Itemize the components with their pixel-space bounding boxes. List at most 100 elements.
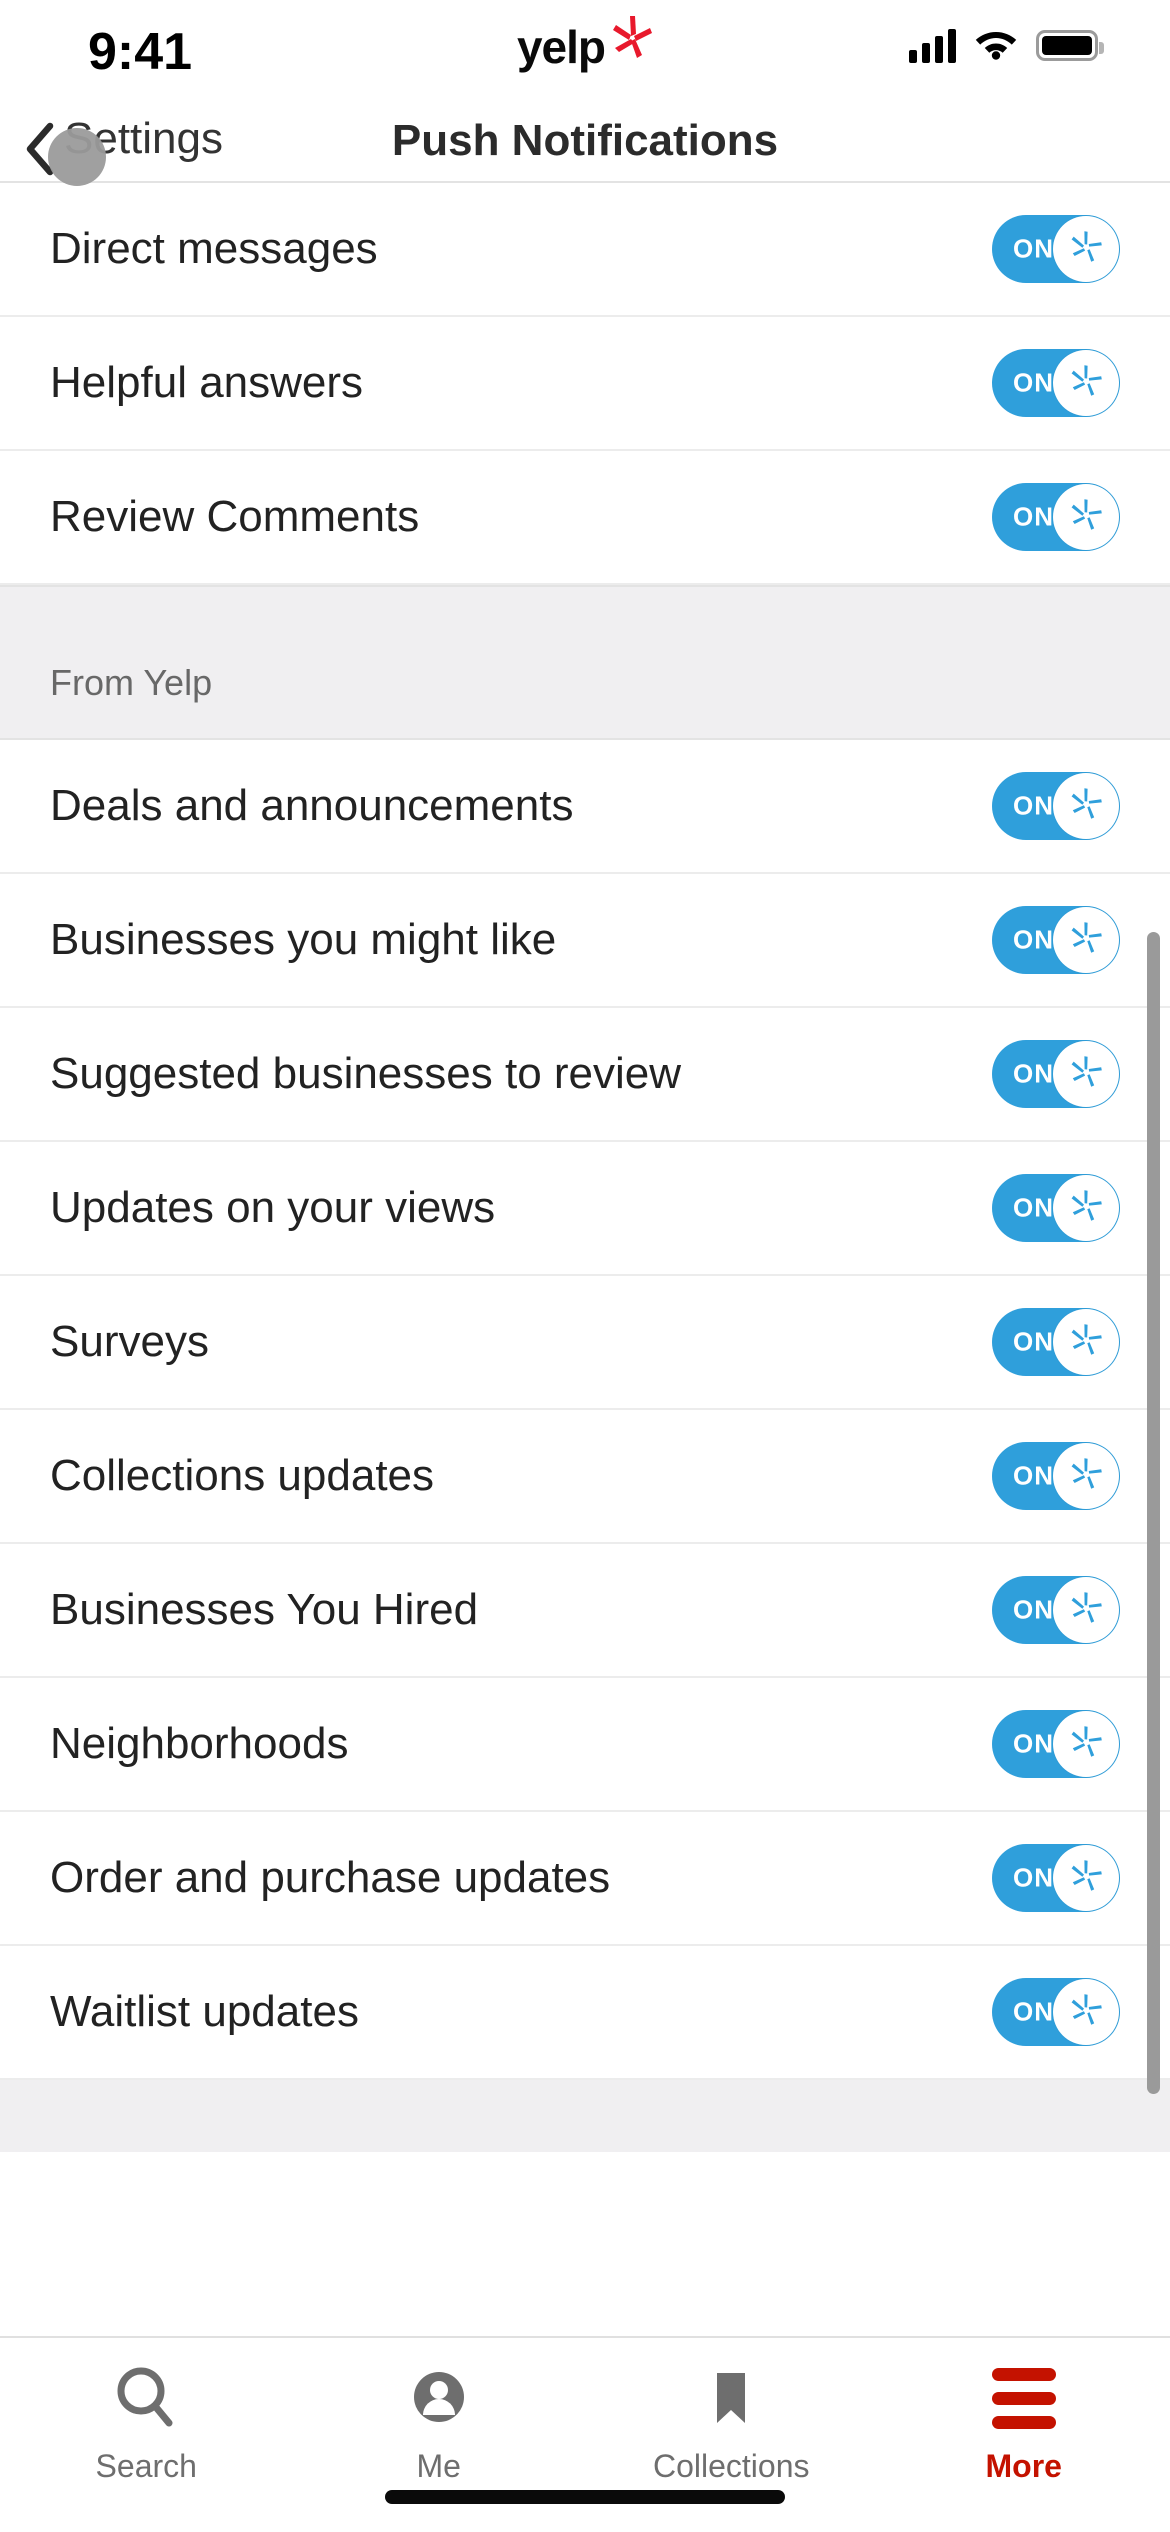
tab-search[interactable]: Search xyxy=(0,2338,293,2532)
navigation-bar: Settings Push Notifications xyxy=(0,96,1170,183)
tab-more-label: More xyxy=(985,2448,1062,2484)
yelp-burst-icon xyxy=(1066,227,1106,272)
yelp-burst-icon xyxy=(1066,918,1106,963)
settings-row-label: Review Comments xyxy=(50,492,420,541)
toggle-state-label: ON xyxy=(1013,1460,1054,1491)
tab-collections-label: Collections xyxy=(652,2448,810,2484)
yelp-burst-icon xyxy=(1066,1320,1106,1365)
tab-me-label: Me xyxy=(416,2448,461,2484)
settings-row[interactable]: Surveys ON xyxy=(0,1276,1170,1410)
yelp-burst-icon xyxy=(1066,1856,1106,1901)
toggle-knob xyxy=(1053,1309,1119,1375)
notification-toggle[interactable]: ON xyxy=(992,215,1120,283)
toggle-state-label: ON xyxy=(1013,790,1054,821)
toggle-state-label: ON xyxy=(1013,1996,1054,2027)
hamburger-icon xyxy=(991,2362,1056,2434)
settings-row-label: Collections updates xyxy=(50,1451,435,1500)
yelp-burst-icon xyxy=(1066,1722,1106,1767)
settings-row-label: Updates on your views xyxy=(50,1183,496,1232)
toggle-knob xyxy=(1053,1845,1119,1911)
settings-row-label: Businesses you might like xyxy=(50,915,557,964)
settings-row-label: Direct messages xyxy=(50,224,378,273)
notification-toggle[interactable]: ON xyxy=(992,483,1120,551)
settings-row-label: Waitlist updates xyxy=(50,1987,359,2036)
toggle-state-label: ON xyxy=(1013,1192,1054,1223)
yelp-burst-icon xyxy=(1066,495,1106,540)
yelp-wordmark: yelp xyxy=(516,21,606,73)
settings-row-label: Helpful answers xyxy=(50,358,364,407)
person-icon xyxy=(404,2362,474,2434)
yelp-burst-icon xyxy=(1066,1990,1106,2035)
toggle-knob xyxy=(1053,1443,1119,1509)
toggle-knob xyxy=(1053,216,1119,282)
settings-row[interactable]: Collections updates ON xyxy=(0,1410,1170,1544)
notification-toggle[interactable]: ON xyxy=(992,772,1120,840)
yelp-burst-icon xyxy=(1066,1454,1106,1499)
toggle-knob xyxy=(1053,484,1119,550)
toggle-state-label: ON xyxy=(1013,1058,1054,1089)
toggle-knob xyxy=(1053,1979,1119,2045)
toggle-state-label: ON xyxy=(1013,501,1054,532)
notification-toggle[interactable]: ON xyxy=(992,349,1120,417)
home-indicator xyxy=(385,2490,785,2504)
toggle-state-label: ON xyxy=(1013,1862,1054,1893)
settings-row[interactable]: Helpful answers ON xyxy=(0,317,1170,451)
notification-toggle[interactable]: ON xyxy=(992,1442,1120,1510)
settings-row-label: Neighborhoods xyxy=(50,1719,349,1768)
settings-row-label: Suggested businesses to review xyxy=(50,1049,682,1098)
status-bar-indicators xyxy=(909,26,1104,65)
settings-row[interactable]: Neighborhoods ON xyxy=(0,1678,1170,1812)
section-header-label: From Yelp xyxy=(50,662,213,703)
settings-row-label: Surveys xyxy=(50,1317,209,1366)
settings-list[interactable]: Direct messages ON Helpful answers ON Review… xyxy=(0,183,1170,2336)
vertical-scrollbar[interactable] xyxy=(1147,932,1160,2094)
list-bottom-spacer xyxy=(0,2080,1170,2152)
settings-row[interactable]: Businesses You Hired ON xyxy=(0,1544,1170,1678)
app-screen: 9:41 yelp Settings Push Notifications Di… xyxy=(0,0,1170,2532)
notification-toggle[interactable]: ON xyxy=(992,1844,1120,1912)
notification-toggle[interactable]: ON xyxy=(992,1576,1120,1644)
notification-toggle[interactable]: ON xyxy=(992,1978,1120,2046)
notification-toggle[interactable]: ON xyxy=(992,1174,1120,1242)
toggle-knob xyxy=(1053,907,1119,973)
toggle-knob xyxy=(1053,773,1119,839)
search-icon xyxy=(111,2362,181,2434)
yelp-burst-icon xyxy=(1066,784,1106,829)
toggle-knob xyxy=(1053,1175,1119,1241)
notification-toggle[interactable]: ON xyxy=(992,1308,1120,1376)
toggle-state-label: ON xyxy=(1013,233,1054,264)
tab-search-label: Search xyxy=(95,2448,197,2484)
toggle-knob xyxy=(1053,350,1119,416)
settings-row-label: Order and purchase updates xyxy=(50,1853,611,1902)
settings-row[interactable]: Suggested businesses to review ON xyxy=(0,1008,1170,1142)
settings-row[interactable]: Direct messages ON xyxy=(0,183,1170,317)
battery-icon xyxy=(1036,30,1104,61)
toggle-knob xyxy=(1053,1577,1119,1643)
settings-row[interactable]: Order and purchase updates ON xyxy=(0,1812,1170,1946)
settings-row[interactable]: Review Comments ON xyxy=(0,451,1170,585)
toggle-state-label: ON xyxy=(1013,1728,1054,1759)
yelp-burst-icon xyxy=(1066,1588,1106,1633)
toggle-knob xyxy=(1053,1711,1119,1777)
yelp-burst-icon xyxy=(1066,1186,1106,1231)
settings-row[interactable]: Waitlist updates ON xyxy=(0,1946,1170,2080)
page-title: Push Notifications xyxy=(391,116,779,165)
toggle-knob xyxy=(1053,1041,1119,1107)
settings-row[interactable]: Businesses you might like ON xyxy=(0,874,1170,1008)
notification-toggle[interactable]: ON xyxy=(992,1710,1120,1778)
tab-more[interactable]: More xyxy=(878,2338,1170,2532)
settings-row[interactable]: Updates on your views ON xyxy=(0,1142,1170,1276)
notification-toggle[interactable]: ON xyxy=(992,1040,1120,1108)
yelp-burst-icon xyxy=(609,14,653,69)
yelp-burst-icon xyxy=(1066,1052,1106,1097)
toggle-state-label: ON xyxy=(1013,924,1054,955)
toggle-state-label: ON xyxy=(1013,1594,1054,1625)
settings-row[interactable]: Deals and announcements ON xyxy=(0,740,1170,874)
section-header: From Yelp xyxy=(0,585,1170,740)
notification-toggle[interactable]: ON xyxy=(992,906,1120,974)
toggle-state-label: ON xyxy=(1013,367,1054,398)
cellular-signal-icon xyxy=(909,28,956,63)
touch-indicator xyxy=(48,128,106,186)
toggle-state-label: ON xyxy=(1013,1326,1054,1357)
settings-row-label: Businesses You Hired xyxy=(50,1585,479,1634)
